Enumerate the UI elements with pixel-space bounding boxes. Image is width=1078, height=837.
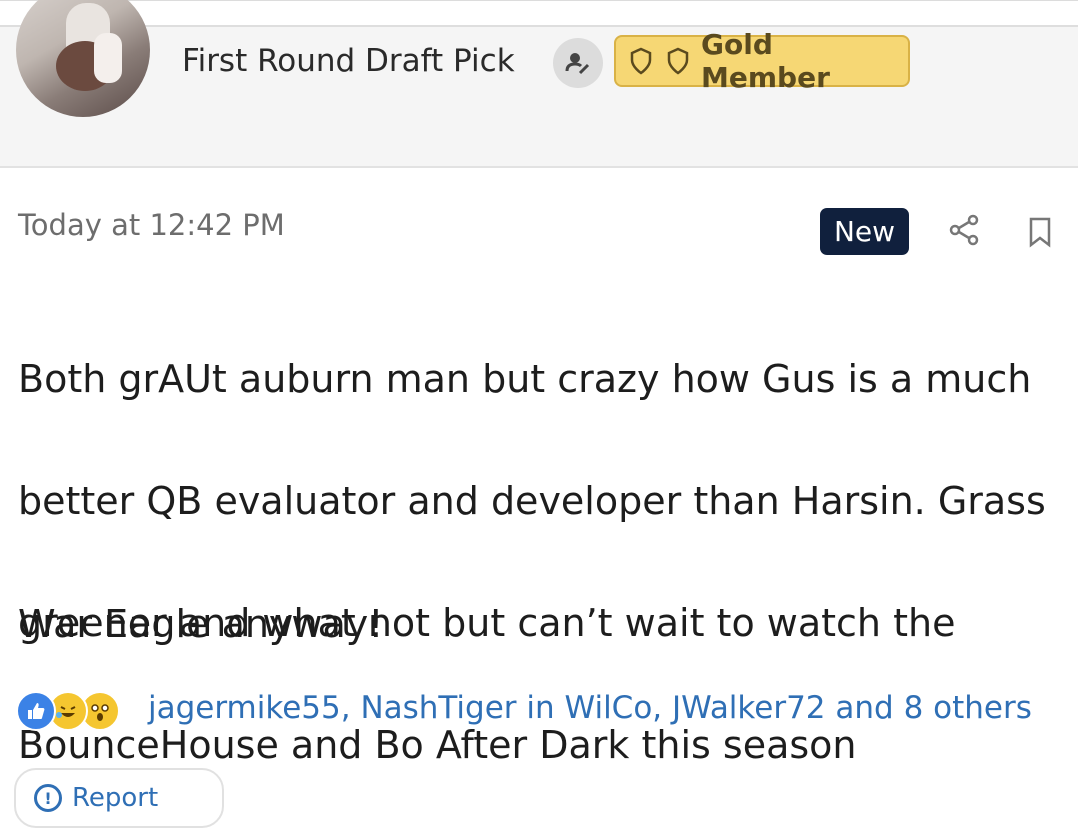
username[interactable]: First Round Draft Pick — [182, 41, 515, 81]
shield-icon — [626, 44, 656, 78]
reaction-users-link[interactable]: jagermike55, NashTiger in WilCo, JWalker… — [148, 690, 1032, 726]
post-line: Both grAUt auburn man but crazy how Gus … — [18, 357, 1032, 401]
new-badge: New — [820, 208, 909, 255]
badge-label: Gold Member — [701, 28, 830, 94]
avatar[interactable] — [16, 0, 150, 117]
reaction-icons[interactable] — [16, 688, 120, 734]
post-signoff: War Eagle anyway! — [18, 602, 384, 646]
top-divider — [0, 1, 1078, 27]
shield-icon — [664, 44, 694, 78]
like-reaction-icon — [16, 691, 56, 731]
gold-member-badge: Gold Member — [614, 28, 910, 94]
report-icon: ! — [34, 784, 62, 812]
post-body: Both grAUt auburn man but crazy how Gus … — [18, 288, 1078, 837]
avatar-photo-part — [94, 33, 122, 83]
post-timestamp[interactable]: Today at 12:42 PM — [18, 208, 285, 242]
post-line: better QB evaluator and developer than H… — [18, 479, 1046, 523]
user-edit-icon — [553, 38, 603, 88]
bookmark-icon[interactable] — [1026, 216, 1054, 248]
report-button[interactable]: ! Report — [14, 768, 224, 828]
share-icon[interactable] — [946, 212, 982, 248]
user-header: First Round Draft Pick Gold Member — [0, 0, 1078, 168]
report-label: Report — [72, 783, 159, 813]
